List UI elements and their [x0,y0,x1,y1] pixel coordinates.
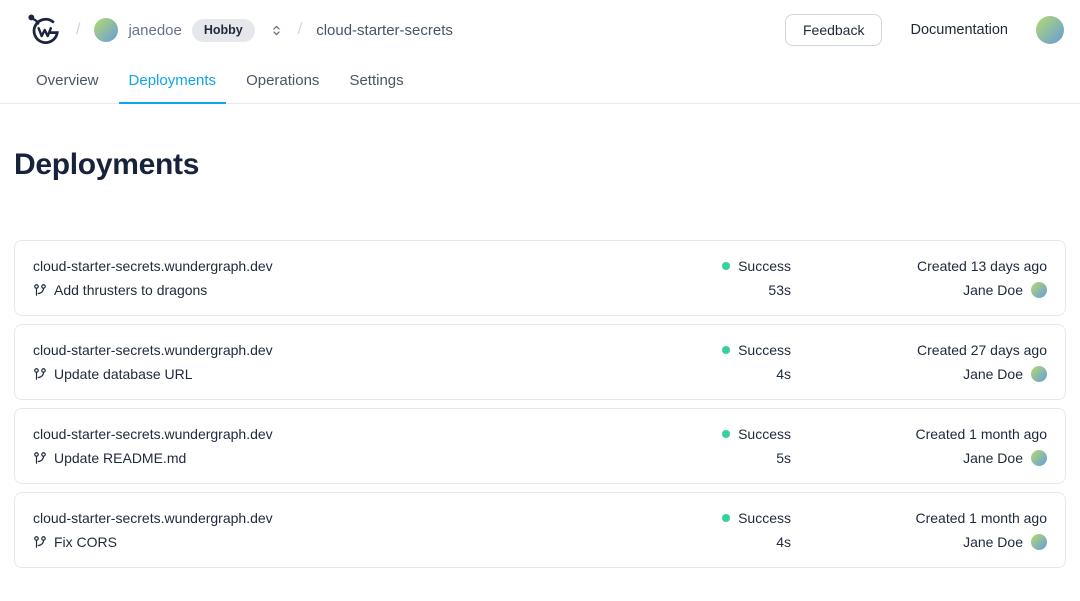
deployment-meta: Created 1 month ago Jane Doe [791,422,1047,470]
author-avatar [1031,282,1047,298]
deployment-commit-line: Update README.md [33,446,621,470]
tab-overview[interactable]: Overview [26,60,109,104]
wundergraph-logo-icon[interactable] [24,10,62,50]
deployment-status: Success 53s [621,254,791,302]
deployment-status: Success 4s [621,506,791,554]
deployment-row[interactable]: cloud-starter-secrets.wundergraph.dev Fi… [14,492,1066,568]
author-line: Jane Doe [791,362,1047,386]
deployment-domain: cloud-starter-secrets.wundergraph.dev [33,254,621,278]
status-label: Success [738,254,791,278]
author-name: Jane Doe [963,530,1023,554]
org-name: janedoe [128,22,181,39]
deployment-commit-line: Fix CORS [33,530,621,554]
deployment-commit-line: Add thrusters to dragons [33,278,621,302]
deployment-commit-message: Fix CORS [54,530,117,554]
status-line: Success [621,338,791,362]
git-branch-icon [33,451,47,465]
author-avatar [1031,450,1047,466]
author-avatar [1031,534,1047,550]
deployment-created: Created 27 days ago [791,338,1047,362]
author-line: Jane Doe [791,446,1047,470]
status-dot [722,346,730,354]
deployment-commit-message: Update database URL [54,362,193,386]
deployment-domain: cloud-starter-secrets.wundergraph.dev [33,338,621,362]
status-label: Success [738,338,791,362]
tab-operations[interactable]: Operations [236,60,329,104]
author-avatar [1031,366,1047,382]
deployment-commit-line: Update database URL [33,362,621,386]
breadcrumb-project[interactable]: cloud-starter-secrets [316,22,453,39]
tab-deployments[interactable]: Deployments [119,60,227,104]
status-label: Success [738,422,791,446]
chevron-up-down-icon[interactable] [269,23,284,38]
top-header: / janedoe Hobby / cloud-starter-secrets … [0,0,1080,60]
status-line: Success [621,254,791,278]
deployment-duration: 4s [621,362,791,386]
deployment-list: cloud-starter-secrets.wundergraph.dev Ad… [14,240,1066,568]
git-branch-icon [33,283,47,297]
tab-settings[interactable]: Settings [339,60,413,104]
deployment-meta: Created 13 days ago Jane Doe [791,254,1047,302]
feedback-button[interactable]: Feedback [785,14,882,46]
deployment-info: cloud-starter-secrets.wundergraph.dev Up… [33,338,621,386]
deployment-info: cloud-starter-secrets.wundergraph.dev Up… [33,422,621,470]
deployment-status: Success 4s [621,338,791,386]
documentation-link[interactable]: Documentation [910,22,1008,38]
header-actions: Feedback Documentation [785,14,1064,46]
status-line: Success [621,506,791,530]
breadcrumb-separator: / [76,21,80,39]
deployment-row[interactable]: cloud-starter-secrets.wundergraph.dev Up… [14,408,1066,484]
deployment-created: Created 1 month ago [791,422,1047,446]
deployment-duration: 53s [621,278,791,302]
tab-bar: Overview Deployments Operations Settings [0,60,1080,104]
status-line: Success [621,422,791,446]
deployment-created: Created 13 days ago [791,254,1047,278]
deployment-info: cloud-starter-secrets.wundergraph.dev Ad… [33,254,621,302]
deployment-meta: Created 27 days ago Jane Doe [791,338,1047,386]
author-name: Jane Doe [963,362,1023,386]
status-dot [722,430,730,438]
deployment-commit-message: Update README.md [54,446,186,470]
deployment-info: cloud-starter-secrets.wundergraph.dev Fi… [33,506,621,554]
author-name: Jane Doe [963,278,1023,302]
deployment-created: Created 1 month ago [791,506,1047,530]
deployment-duration: 5s [621,446,791,470]
plan-badge: Hobby [192,19,255,42]
status-dot [722,514,730,522]
deployment-meta: Created 1 month ago Jane Doe [791,506,1047,554]
status-dot [722,262,730,270]
deployment-status: Success 5s [621,422,791,470]
main-content: Deployments cloud-starter-secrets.wunder… [0,148,1080,568]
status-label: Success [738,506,791,530]
deployment-domain: cloud-starter-secrets.wundergraph.dev [33,506,621,530]
author-name: Jane Doe [963,446,1023,470]
git-branch-icon [33,367,47,381]
author-line: Jane Doe [791,278,1047,302]
breadcrumb: / janedoe Hobby / cloud-starter-secrets [24,10,453,50]
user-avatar[interactable] [1036,16,1064,44]
deployment-commit-message: Add thrusters to dragons [54,278,207,302]
deployment-row[interactable]: cloud-starter-secrets.wundergraph.dev Ad… [14,240,1066,316]
deployment-domain: cloud-starter-secrets.wundergraph.dev [33,422,621,446]
git-branch-icon [33,535,47,549]
org-avatar [94,18,118,42]
page-title: Deployments [14,148,1066,182]
author-line: Jane Doe [791,530,1047,554]
deployment-row[interactable]: cloud-starter-secrets.wundergraph.dev Up… [14,324,1066,400]
breadcrumb-separator: / [298,21,302,39]
deployment-duration: 4s [621,530,791,554]
org-switcher[interactable]: janedoe Hobby [94,18,283,42]
